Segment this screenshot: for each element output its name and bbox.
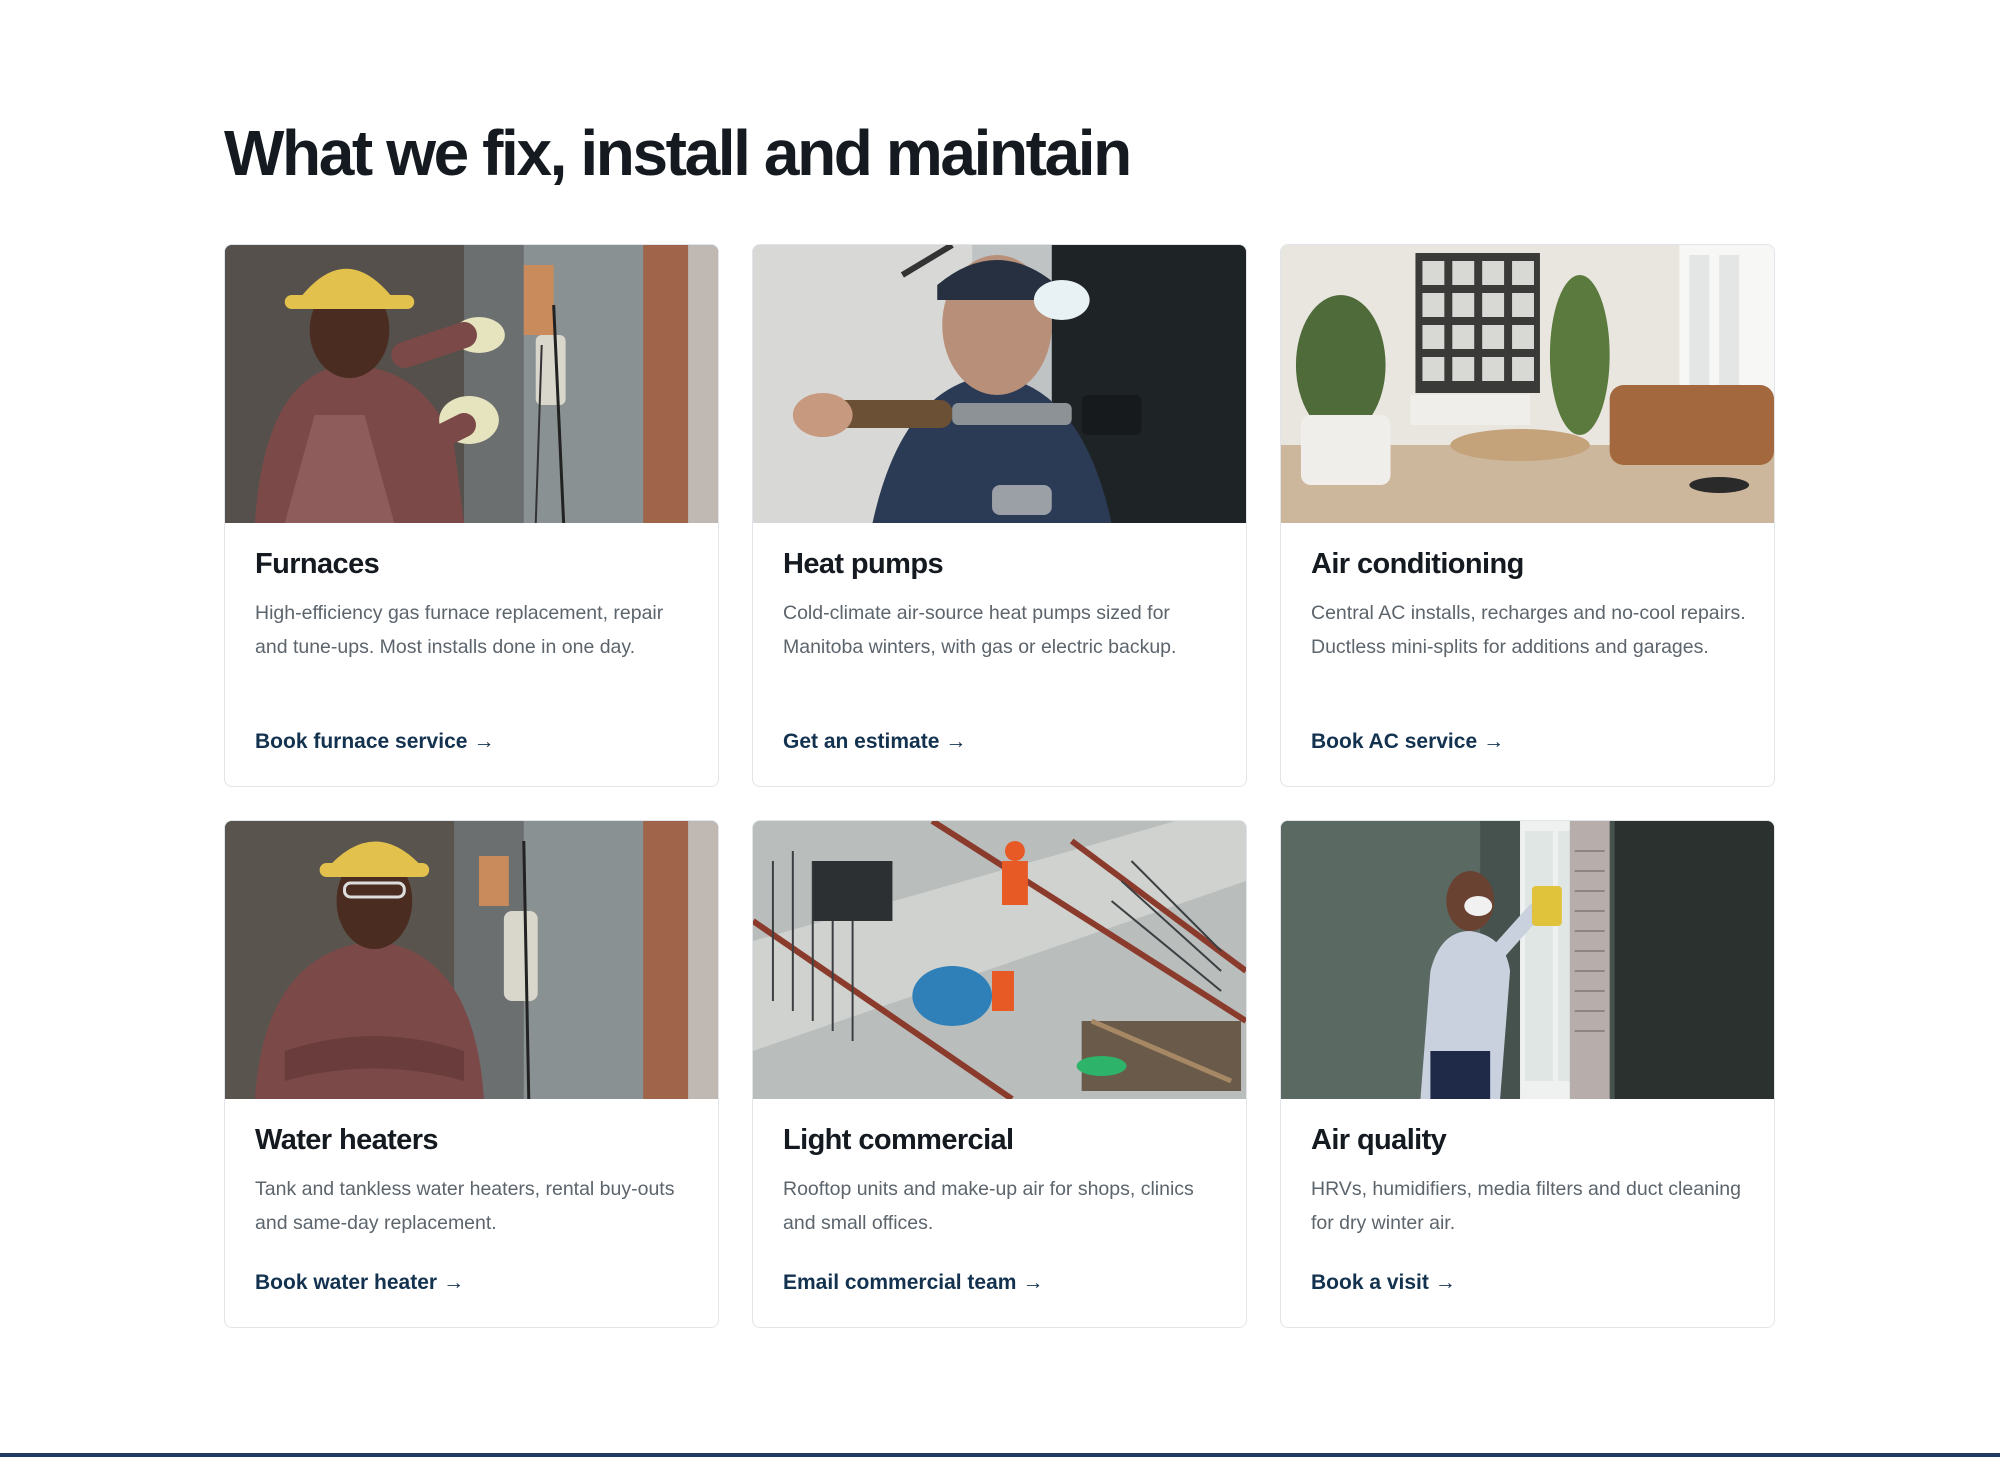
link-label: Email commercial team <box>783 1271 1017 1294</box>
get-an-estimate-link[interactable]: Get an estimate → <box>783 730 966 754</box>
card-description: Tank and tankless water heaters, rental … <box>255 1177 675 1234</box>
arrow-right-icon: → <box>1022 1271 1044 1294</box>
book-a-visit-link[interactable]: Book a visit → <box>1311 1271 1456 1295</box>
service-card-air-quality: Air quality HRVs, humidifiers, media fil… <box>1280 820 1775 1328</box>
book-water-heater-link[interactable]: Book water heater → <box>255 1271 464 1295</box>
technician-torch-image <box>753 245 1246 523</box>
footer-edge-divider <box>0 1453 2000 1457</box>
page-title: What we fix, install and maintain <box>224 117 1132 189</box>
service-card-water-heaters: Water heaters Tank and tankless water he… <box>224 820 719 1328</box>
card-title: Air quality <box>1311 1124 1447 1156</box>
arrow-right-icon: → <box>1483 730 1505 753</box>
email-commercial-team-link[interactable]: Email commercial team → <box>783 1271 1043 1295</box>
window-cleaning-image <box>1281 821 1774 1099</box>
arrow-right-icon: → <box>945 730 967 753</box>
link-label: Book water heater <box>255 1271 438 1294</box>
book-furnace-service-link[interactable]: Book furnace service → <box>255 730 494 754</box>
card-description: Cold-climate air-source heat pumps sized… <box>783 601 1177 658</box>
card-description: Rooftop units and make-up air for shops,… <box>783 1177 1194 1234</box>
technician-portrait-image <box>225 821 718 1099</box>
link-label: Get an estimate <box>783 730 940 753</box>
card-description: High-efficiency gas furnace replacement,… <box>255 601 664 658</box>
service-card-light-commercial: Light commercial Rooftop units and make-… <box>752 820 1247 1328</box>
arrow-right-icon: → <box>443 1271 465 1294</box>
card-description: HRVs, humidifiers, media filters and duc… <box>1311 1177 1741 1234</box>
card-description: Central AC installs, recharges and no-co… <box>1311 601 1746 658</box>
services-grid: Furnaces High-efficiency gas furnace rep… <box>224 244 1776 1328</box>
book-ac-service-link[interactable]: Book AC service → <box>1311 730 1504 754</box>
service-card-furnaces: Furnaces High-efficiency gas furnace rep… <box>224 244 719 787</box>
link-label: Book a visit <box>1311 1271 1429 1294</box>
construction-site-image <box>753 821 1246 1099</box>
technician-wiring-image <box>225 245 718 523</box>
card-title: Furnaces <box>255 548 380 580</box>
arrow-right-icon: → <box>1434 1271 1456 1294</box>
card-title: Heat pumps <box>783 548 944 580</box>
card-title: Water heaters <box>255 1124 439 1156</box>
service-card-air-conditioning: Air conditioning Central AC installs, re… <box>1280 244 1775 787</box>
arrow-right-icon: → <box>473 730 495 753</box>
service-card-heat-pumps: Heat pumps Cold-climate air-source heat … <box>752 244 1247 787</box>
card-title: Light commercial <box>783 1124 1014 1156</box>
card-title: Air conditioning <box>1311 548 1524 580</box>
link-label: Book furnace service <box>255 730 468 753</box>
link-label: Book AC service <box>1311 730 1478 753</box>
living-room-image <box>1281 245 1774 523</box>
